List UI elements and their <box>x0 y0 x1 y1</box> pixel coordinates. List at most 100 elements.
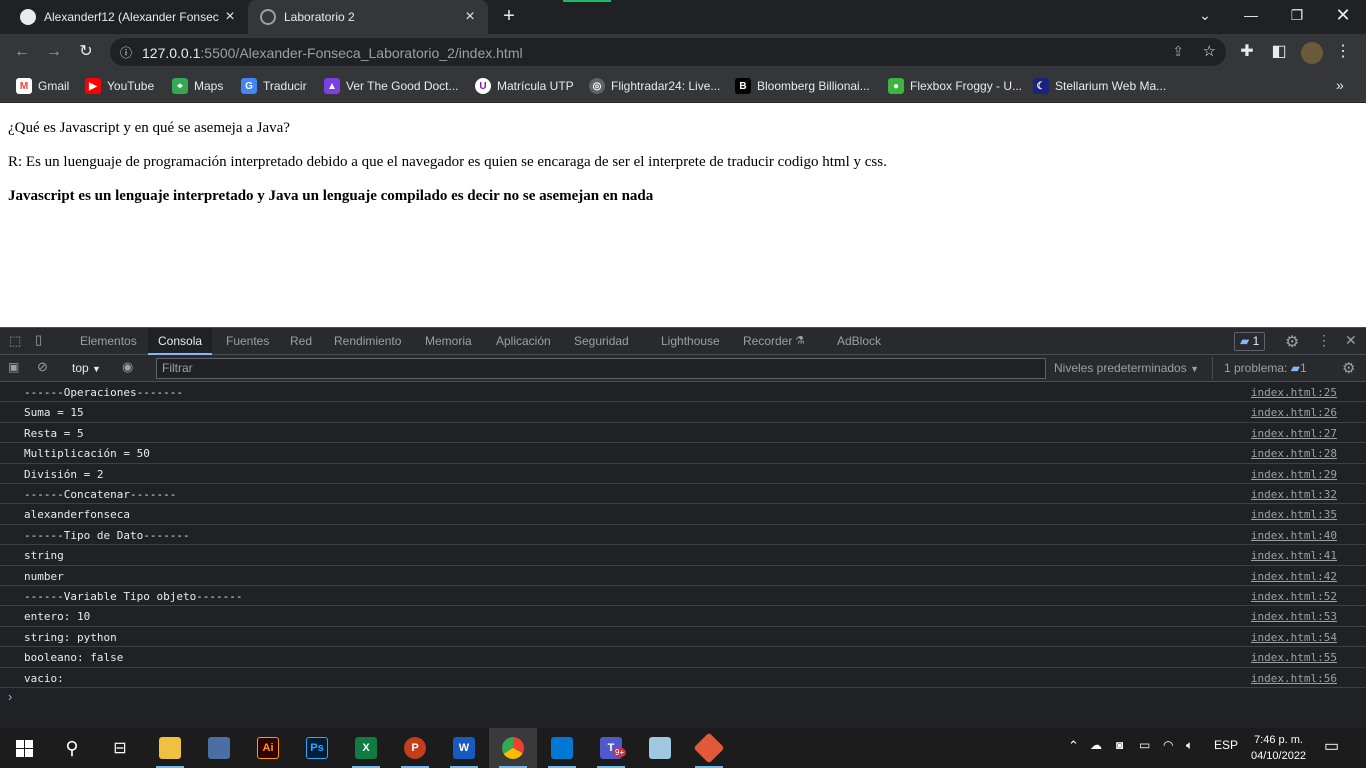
bookmark-flightradar[interactable]: ◎ Flightradar24: Live... <box>589 77 720 95</box>
taskbar-git[interactable] <box>685 728 733 768</box>
console-prompt-icon[interactable]: › <box>8 689 12 704</box>
restore-button[interactable]: ❐ <box>1274 0 1320 32</box>
settings-gear-icon[interactable]: ⚙ <box>1285 332 1299 352</box>
bookmark-traducir[interactable]: G Traducir <box>241 77 307 95</box>
taskbar-excel[interactable]: X <box>342 728 390 768</box>
source-link[interactable]: index.html:26 <box>1251 406 1337 419</box>
tab-rendimiento[interactable]: Rendimiento <box>324 328 411 355</box>
onedrive-cloud-icon[interactable]: ☁ <box>1090 738 1102 752</box>
start-button[interactable] <box>0 728 48 768</box>
tab-github[interactable]: Alexanderf12 (Alexander Fonseca × <box>8 0 248 34</box>
wifi-icon[interactable]: ◠ <box>1163 738 1173 752</box>
sidebar-toggle-icon[interactable]: ▣ <box>8 360 19 374</box>
info-icon[interactable]: ⓘ <box>120 44 132 61</box>
problems-button[interactable]: 1 problema: ▰1 <box>1224 361 1307 375</box>
battery-icon[interactable]: ▭ <box>1139 738 1150 752</box>
minimize-button[interactable]: — <box>1228 0 1274 32</box>
clock[interactable]: 7:46 p. m. 04/10/2022 <box>1251 732 1306 764</box>
share-icon[interactable]: ⇪ <box>1172 43 1184 60</box>
tab-elementos[interactable]: Elementos <box>70 328 147 355</box>
search-icon[interactable]: ⚲ <box>48 728 96 768</box>
eye-icon[interactable]: ◉ <box>122 359 133 375</box>
tab-red[interactable]: Red <box>280 328 322 355</box>
source-link[interactable]: index.html:32 <box>1251 488 1337 501</box>
filter-input[interactable]: Filtrar <box>156 358 1046 379</box>
back-arrow-icon[interactable]: ← <box>11 41 33 63</box>
context-select[interactable]: top ▼ <box>72 361 101 375</box>
tab-search-chevron-icon[interactable]: ⌄ <box>1182 0 1228 32</box>
tab-lighthouse[interactable]: Lighthouse <box>651 328 730 355</box>
source-link[interactable]: index.html:42 <box>1251 570 1337 583</box>
address-bar[interactable]: ⓘ 127.0.0.1:5500/Alexander-Fonseca_Labor… <box>110 38 1226 66</box>
reload-icon[interactable]: ↻ <box>75 41 97 63</box>
taskbar-calculator[interactable] <box>195 728 243 768</box>
tab-adblock[interactable]: AdBlock <box>827 328 891 355</box>
bookmark-youtube[interactable]: ▶ YouTube <box>85 77 154 95</box>
taskbar-illustrator[interactable]: Ai <box>244 728 292 768</box>
devtools-close-icon[interactable]: ✕ <box>1345 332 1357 349</box>
bookmark-matricula[interactable]: U Matrícula UTP <box>475 77 574 95</box>
bookmark-stellarium[interactable]: ☾ Stellarium Web Ma... <box>1033 77 1166 95</box>
source-link[interactable]: index.html:52 <box>1251 590 1337 603</box>
close-icon[interactable]: × <box>462 9 478 25</box>
taskbar-word[interactable]: W <box>440 728 488 768</box>
word-icon: W <box>453 737 475 759</box>
bookmark-good-doctor[interactable]: ▲ Ver The Good Doct... <box>324 77 459 95</box>
taskbar-notes[interactable] <box>636 728 684 768</box>
task-view-icon[interactable]: ⊟ <box>96 728 144 768</box>
forward-arrow-icon[interactable]: → <box>43 41 65 63</box>
console-message: ------Concatenar------- <box>24 488 177 501</box>
issues-badge[interactable]: ▰ 1 <box>1234 332 1266 351</box>
source-link[interactable]: index.html:40 <box>1251 529 1337 542</box>
source-link[interactable]: index.html:35 <box>1251 508 1337 521</box>
bookmark-gmail[interactable]: M Gmail <box>16 77 69 95</box>
tab-consola[interactable]: Consola <box>148 328 213 355</box>
bookmark-flexbox-froggy[interactable]: ● Flexbox Froggy - U... <box>888 77 1022 95</box>
new-tab-button[interactable]: + <box>498 6 520 28</box>
bookmark-star-icon[interactable]: ☆ <box>1203 42 1216 60</box>
notifications-icon[interactable]: ▭ <box>1324 736 1339 756</box>
camera-icon[interactable]: ◙ <box>1116 738 1123 752</box>
source-link[interactable]: index.html:41 <box>1251 549 1337 562</box>
taskbar-file-explorer[interactable] <box>146 728 194 768</box>
devtools-menu-icon[interactable]: ⋮ <box>1317 332 1331 349</box>
inspect-icon[interactable]: ⬚ <box>9 333 21 349</box>
source-link[interactable]: index.html:29 <box>1251 468 1337 481</box>
source-link[interactable]: index.html:27 <box>1251 427 1337 440</box>
language-indicator[interactable]: ESP <box>1214 738 1238 752</box>
window-close-button[interactable]: ✕ <box>1320 0 1366 32</box>
extensions-puzzle-icon[interactable]: ✚ <box>1236 41 1258 63</box>
profile-avatar[interactable] <box>1301 42 1323 64</box>
bookmark-maps[interactable]: ⌖ Maps <box>172 77 223 95</box>
source-link[interactable]: index.html:54 <box>1251 631 1337 644</box>
console-settings-icon[interactable]: ⚙ <box>1342 359 1355 377</box>
side-panel-icon[interactable]: ◧ <box>1268 41 1290 63</box>
taskbar-powerpoint[interactable]: P <box>391 728 439 768</box>
more-bookmarks-icon[interactable]: » <box>1336 77 1344 93</box>
page-content: ¿Qué es Javascript y en qué se asemeja a… <box>0 103 1366 327</box>
tab-laboratorio[interactable]: Laboratorio 2 × <box>248 0 488 34</box>
close-icon[interactable]: × <box>222 9 238 25</box>
levels-dropdown[interactable]: Niveles predeterminados ▼ <box>1054 361 1199 375</box>
taskbar-chrome[interactable] <box>489 728 537 768</box>
tab-fuentes[interactable]: Fuentes <box>216 328 279 355</box>
tab-aplicacion[interactable]: Aplicación <box>486 328 561 355</box>
tab-memoria[interactable]: Memoria <box>415 328 482 355</box>
source-link[interactable]: index.html:25 <box>1251 386 1337 399</box>
source-link[interactable]: index.html:56 <box>1251 672 1337 685</box>
tab-seguridad[interactable]: Seguridad <box>564 328 639 355</box>
console-output: ------Operaciones------- index.html:25 Sum… <box>0 382 1366 728</box>
taskbar-teams[interactable]: T 9+ <box>587 728 635 768</box>
bookmark-bloomberg[interactable]: B Bloomberg Billionai... <box>735 77 870 95</box>
taskbar-vscode[interactable] <box>538 728 586 768</box>
source-link[interactable]: index.html:53 <box>1251 610 1337 623</box>
source-link[interactable]: index.html:55 <box>1251 651 1337 664</box>
source-link[interactable]: index.html:28 <box>1251 447 1337 460</box>
tab-recorder[interactable]: Recorder <box>733 328 802 355</box>
volume-icon[interactable]: 🔈︎ <box>1186 738 1193 753</box>
clear-console-icon[interactable]: ⊘ <box>37 359 48 375</box>
device-toggle-icon[interactable]: ▯ <box>35 332 42 348</box>
menu-kebab-icon[interactable]: ⋮ <box>1332 41 1354 63</box>
chevron-up-icon[interactable]: ⌃ <box>1068 738 1079 754</box>
taskbar-photoshop[interactable]: Ps <box>293 728 341 768</box>
